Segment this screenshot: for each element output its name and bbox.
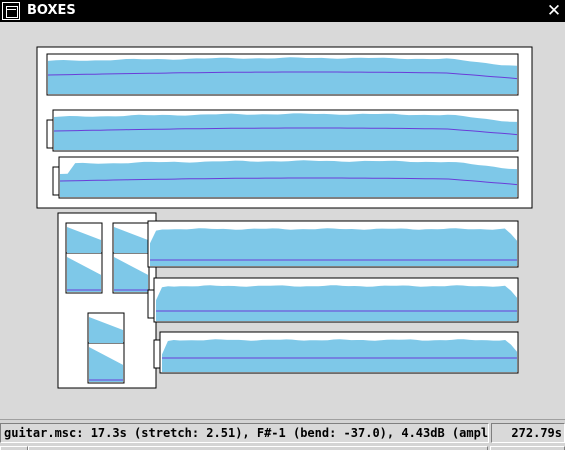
status-bar: guitar.msc: 17.3s (stretch: 2.51), F#-1 …	[0, 419, 565, 450]
lower-strip-2-waveform	[156, 285, 517, 321]
boxes-drawing[interactable]	[0, 22, 565, 417]
title-bar: BOXES ✕	[0, 0, 565, 22]
upper-strip-2-waveform	[53, 113, 518, 150]
status-time: 272.79s	[491, 423, 565, 443]
upper-strip-3-waveform	[59, 160, 518, 197]
upper-strip-1-waveform	[47, 57, 518, 94]
close-icon[interactable]: ✕	[545, 2, 563, 20]
window-title: BOXES	[27, 3, 76, 18]
lower-strip-1-waveform	[150, 228, 517, 266]
status-lower-strip	[0, 446, 565, 450]
lower-strip-3-waveform	[162, 339, 517, 372]
window-menu-icon[interactable]	[2, 2, 20, 20]
boxes-canvas[interactable]	[0, 22, 565, 417]
status-message: guitar.msc: 17.3s (stretch: 2.51), F#-1 …	[0, 423, 489, 443]
